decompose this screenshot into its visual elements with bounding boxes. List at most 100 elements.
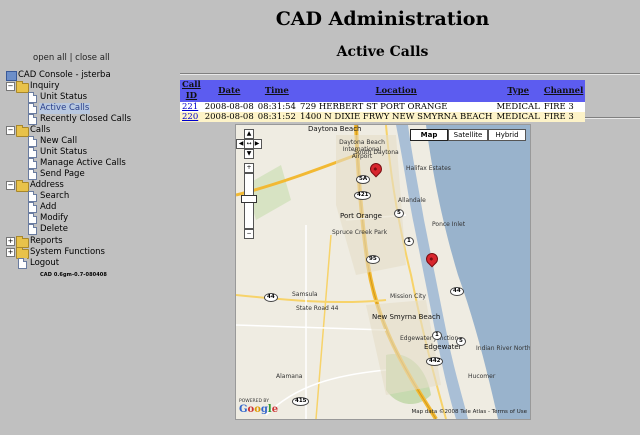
call-date: 2008-08-08 [202, 102, 256, 112]
collapse-icon[interactable]: − [6, 126, 15, 135]
call-time: 08:31:52 [255, 112, 298, 122]
place-label: Allandale [398, 197, 426, 204]
close-all-link[interactable]: close all [75, 53, 110, 63]
tree-item-label[interactable]: New Call [40, 136, 77, 147]
tree-item-label[interactable]: Add [40, 202, 56, 213]
page-subtitle: Active Calls [336, 44, 429, 60]
place-label: State Road 44 [296, 305, 339, 312]
place-label: Alamana [276, 373, 303, 380]
route-shield: 5A [356, 175, 371, 184]
page-icon [28, 136, 37, 147]
tree-folder-label: Inquiry [30, 81, 60, 91]
pan-up-icon[interactable]: ▲ [244, 129, 254, 139]
table-row[interactable]: 220 2008-08-08 08:31:52 1400 N DIXIE FRW… [180, 112, 586, 122]
map-type-hybrid[interactable]: Hybrid [488, 129, 526, 141]
call-type: MEDICAL [494, 102, 542, 112]
route-shield: 1 [404, 237, 414, 246]
page-icon [28, 92, 37, 103]
call-type: MEDICAL [494, 112, 542, 122]
col-time[interactable]: Time [255, 80, 298, 102]
expand-icon[interactable]: + [6, 248, 15, 257]
divider-top [180, 73, 640, 75]
call-id-link[interactable]: 220 [180, 112, 203, 122]
place-label: Halifax Estates [406, 165, 451, 172]
page-icon [28, 114, 37, 125]
tree-item-label[interactable]: Manage Active Calls [40, 158, 126, 169]
tree-item-label[interactable]: Delete [40, 224, 68, 235]
call-location: 1400 N DIXIE FRWY NEW SMYRNA BEACH [297, 112, 495, 122]
route-shield: 5 [456, 337, 466, 346]
col-call-id[interactable]: Call ID [180, 80, 203, 102]
place-label: South Daytona [354, 149, 399, 156]
google-logo[interactable]: Google [239, 404, 278, 415]
table-header-row: Call ID Date Time Location Type Channel [180, 80, 586, 102]
route-shield: 44 [264, 293, 278, 302]
tree-folder-label: Address [30, 180, 64, 190]
tree-item-label[interactable]: Search [40, 191, 69, 202]
page-icon [28, 103, 37, 114]
tree-controls: open all | close all [33, 53, 110, 63]
place-label: Mission City [390, 293, 426, 300]
page-icon [28, 191, 37, 202]
page-icon [28, 147, 37, 158]
table-row[interactable]: 221 2008-08-08 08:31:54 729 HERBERT ST P… [180, 102, 586, 112]
tree-folder-label: Reports [30, 236, 63, 246]
place-label: Edgewater Junction [400, 335, 459, 342]
call-channel: FIRE 3 [541, 102, 586, 112]
center-icon[interactable]: ↔ [244, 139, 254, 149]
tree-item-label[interactable]: Unit Status [40, 92, 87, 103]
page-icon [28, 224, 37, 235]
place-label: Ponce Inlet [432, 221, 466, 228]
tree-item-label[interactable]: Unit Status [40, 147, 87, 158]
version-text: CAD 0.6gm-0.7-080408 [40, 272, 107, 278]
call-location: 729 HERBERT ST PORT ORANGE [297, 102, 495, 112]
col-type[interactable]: Type [494, 80, 542, 102]
place-label: Port Orange [340, 212, 382, 220]
place-label: Indian River North [476, 345, 531, 352]
collapse-icon[interactable]: − [6, 181, 15, 190]
collapse-icon[interactable]: − [6, 82, 15, 91]
map-data-attribution[interactable]: Map data ©2008 Tele Atlas - Terms of Use [411, 409, 527, 415]
place-label: Daytona Beach [308, 125, 362, 133]
route-shield: 1 [432, 331, 442, 340]
minor-road [236, 324, 387, 331]
place-label: Samsula [292, 291, 318, 298]
tree-item-label[interactable]: Send Page [40, 169, 85, 180]
active-calls-table: Call ID Date Time Location Type Channel … [180, 80, 586, 122]
call-date: 2008-08-08 [202, 112, 256, 122]
page-icon [18, 258, 27, 269]
route-shield: 44 [450, 287, 464, 296]
tree-root-label: CAD Console - jsterba [18, 70, 111, 80]
page-icon [28, 202, 37, 213]
call-id-link[interactable]: 221 [180, 102, 203, 112]
page-title: CAD Administration [275, 8, 490, 30]
col-channel[interactable]: Channel [541, 80, 586, 102]
route-shield: 5 [394, 209, 404, 218]
page-icon [28, 158, 37, 169]
tree-folder-label: Calls [30, 125, 51, 135]
col-location[interactable]: Location [297, 80, 495, 102]
map-type-map[interactable]: Map [410, 129, 448, 141]
console-icon [6, 71, 17, 81]
call-time: 08:31:54 [255, 102, 298, 112]
page-icon [28, 213, 37, 224]
expand-icon[interactable]: + [6, 237, 15, 246]
zoom-out-icon[interactable]: − [244, 229, 254, 239]
zoom-in-icon[interactable]: + [244, 163, 254, 173]
tree-item-label[interactable]: Logout [30, 258, 59, 269]
tree-item-label-selected[interactable]: Active Calls [39, 103, 91, 114]
col-date[interactable]: Date [202, 80, 256, 102]
tree-folder-label: System Functions [30, 247, 105, 257]
place-label: Spruce Creek Park [332, 229, 388, 236]
pan-down-icon[interactable]: ▼ [244, 149, 254, 159]
route-shield: 95 [366, 255, 380, 264]
zoom-slider-handle[interactable] [241, 195, 257, 203]
tree-item-label[interactable]: Modify [40, 213, 68, 224]
page-icon [28, 169, 37, 180]
place-label: Edgewater [424, 343, 462, 351]
open-all-link[interactable]: open all [33, 53, 67, 63]
map-type-satellite[interactable]: Satellite [448, 129, 488, 141]
call-map[interactable]: Map Satellite Hybrid ▲ ◀ ▶ ▼ ↔ + − Dayto… [235, 124, 531, 420]
place-label: Hucomer [468, 373, 496, 380]
tree-item-label[interactable]: Recently Closed Calls [40, 114, 131, 125]
